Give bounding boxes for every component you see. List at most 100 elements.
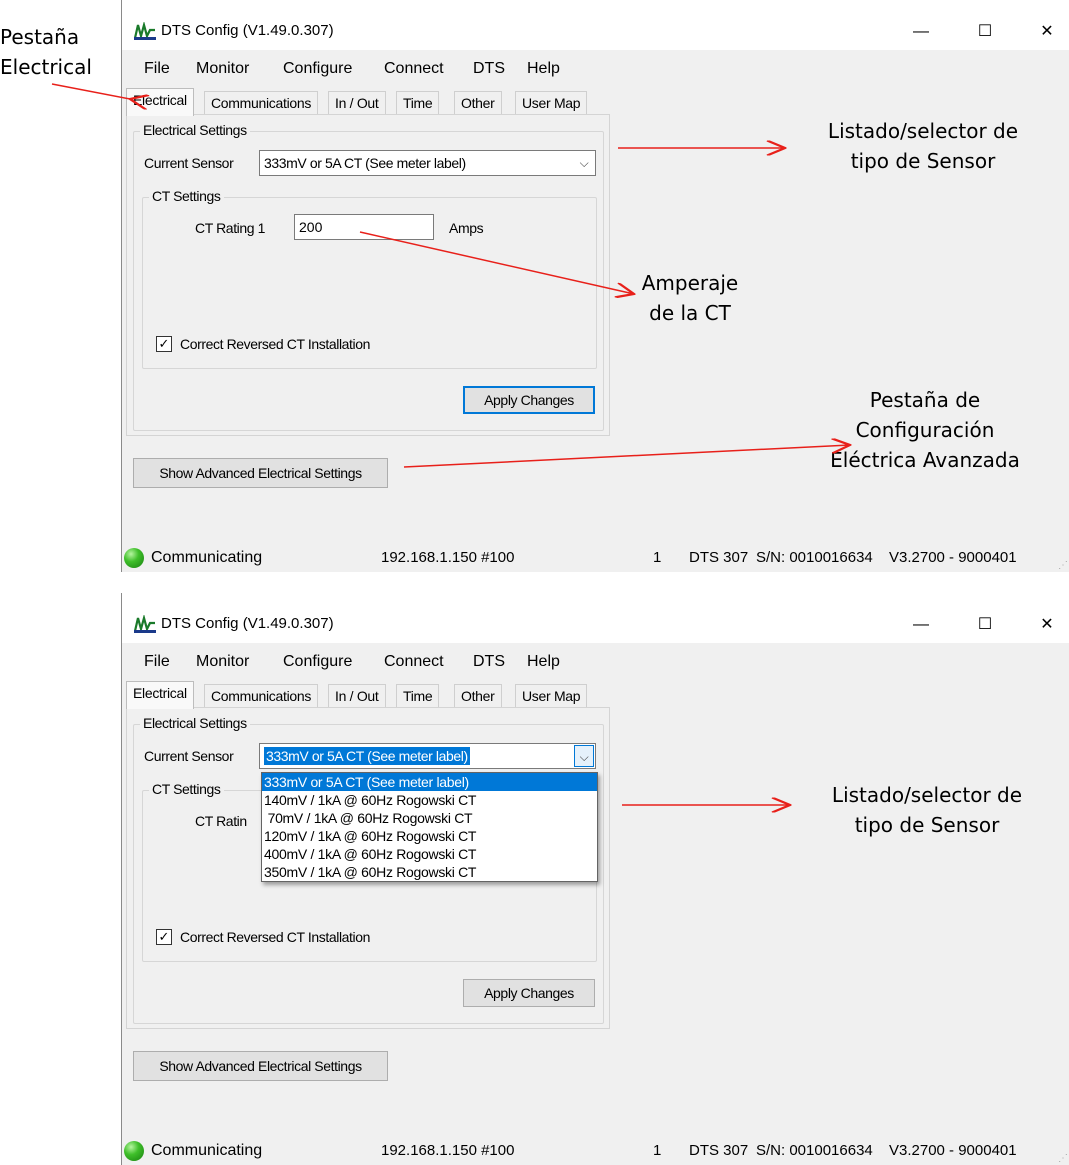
menu-help[interactable]: Help bbox=[527, 60, 560, 78]
annotation-line: Pestaña de bbox=[869, 388, 981, 412]
menu-file[interactable]: File bbox=[144, 653, 170, 671]
resize-grip-icon[interactable]: ⋰ bbox=[1058, 1153, 1068, 1164]
menu-configure[interactable]: Configure bbox=[283, 60, 352, 78]
annotation-line: Listado/selector de bbox=[831, 783, 1023, 807]
current-sensor-select[interactable]: 333mV or 5A CT (See meter label) ⌵ bbox=[259, 150, 596, 176]
tab-other[interactable]: Other bbox=[454, 91, 502, 115]
current-sensor-value: 333mV or 5A CT (See meter label) bbox=[264, 747, 470, 765]
show-advanced-electrical-settings-button[interactable]: Show Advanced Electrical Settings bbox=[133, 1051, 388, 1081]
chevron-down-icon[interactable]: ⌵ bbox=[574, 745, 594, 767]
title-bar[interactable]: DTS Config (V1.49.0.307) — ☐ ✕ bbox=[122, 593, 1069, 643]
annotation-advanced-tab: Pestaña de Configuración Eléctrica Avanz… bbox=[805, 385, 1045, 475]
current-sensor-label: Current Sensor bbox=[144, 748, 234, 764]
status-device: DTS 307 bbox=[689, 1142, 749, 1159]
chevron-down-icon[interactable]: ⌵ bbox=[574, 152, 594, 174]
tab-communications[interactable]: Communications bbox=[204, 91, 319, 115]
status-bar: Communicating 192.168.1.150 #100 1 DTS 3… bbox=[122, 546, 1069, 572]
electrical-settings-group: Electrical Settings Current Sensor 333mV… bbox=[133, 122, 604, 431]
apply-changes-button[interactable]: Apply Changes bbox=[463, 386, 595, 414]
menu-dts[interactable]: DTS bbox=[473, 60, 505, 78]
tab-in-out[interactable]: In / Out bbox=[328, 91, 386, 115]
correct-reversed-checkbox[interactable]: ✓ bbox=[156, 929, 172, 945]
menu-bar: File Monitor Configure Connect DTS Help bbox=[122, 56, 1069, 82]
annotation-sensor-selector-2: Listado/selector de tipo de Sensor bbox=[812, 780, 1042, 840]
maximize-icon[interactable]: ☐ bbox=[962, 14, 1008, 50]
close-icon[interactable]: ✕ bbox=[1024, 14, 1069, 50]
annotation-line: tipo de Sensor bbox=[850, 149, 996, 173]
sensor-dropdown-list: 333mV or 5A CT (See meter label) 140mV /… bbox=[261, 772, 598, 882]
status-led-icon bbox=[124, 1141, 144, 1161]
resize-grip-icon[interactable]: ⋰ bbox=[1058, 560, 1068, 571]
app-logo-icon bbox=[134, 22, 156, 40]
menu-file[interactable]: File bbox=[144, 60, 170, 78]
annotation-line: Pestaña bbox=[0, 25, 80, 49]
menu-monitor[interactable]: Monitor bbox=[196, 653, 249, 671]
annotation-line: tipo de Sensor bbox=[854, 813, 1000, 837]
menu-connect[interactable]: Connect bbox=[384, 653, 444, 671]
dts-config-window: DTS Config (V1.49.0.307) — ☐ ✕ File Moni… bbox=[121, 0, 1069, 572]
menu-connect[interactable]: Connect bbox=[384, 60, 444, 78]
sensor-option[interactable]: 333mV or 5A CT (See meter label) bbox=[262, 773, 597, 791]
tab-user-map[interactable]: User Map bbox=[515, 91, 588, 115]
status-bar: Communicating 192.168.1.150 #100 1 DTS 3… bbox=[122, 1139, 1069, 1165]
menu-monitor[interactable]: Monitor bbox=[196, 60, 249, 78]
maximize-icon[interactable]: ☐ bbox=[962, 607, 1008, 643]
electrical-settings-title: Electrical Settings bbox=[140, 715, 250, 731]
close-icon[interactable]: ✕ bbox=[1024, 607, 1069, 643]
ct-settings-group: CT Settings CT Rating 1 200 Amps ✓ Corre… bbox=[142, 188, 597, 369]
apply-changes-button[interactable]: Apply Changes bbox=[463, 979, 595, 1007]
sensor-option[interactable]: 140mV / 1kA @ 60Hz Rogowski CT bbox=[262, 791, 597, 809]
ct-rating-input[interactable]: 200 bbox=[294, 214, 434, 240]
annotation-line: Eléctrica Avanzada bbox=[830, 448, 1020, 472]
annotation-line: Configuración bbox=[855, 418, 995, 442]
amps-label: Amps bbox=[449, 220, 484, 236]
tab-communications[interactable]: Communications bbox=[204, 684, 319, 708]
ct-rating-label: CT Ratin bbox=[195, 813, 247, 829]
sensor-option[interactable]: 350mV / 1kA @ 60Hz Rogowski CT bbox=[262, 863, 597, 881]
current-sensor-select[interactable]: 333mV or 5A CT (See meter label) ⌵ bbox=[259, 743, 596, 769]
status-version: V3.2700 - 9000401 bbox=[889, 1142, 1017, 1159]
tab-other[interactable]: Other bbox=[454, 684, 502, 708]
status-index: 1 bbox=[653, 549, 662, 566]
status-state: Communicating bbox=[151, 549, 263, 566]
tab-user-map[interactable]: User Map bbox=[515, 684, 588, 708]
sensor-option[interactable]: 400mV / 1kA @ 60Hz Rogowski CT bbox=[262, 845, 597, 863]
minimize-icon[interactable]: — bbox=[898, 14, 944, 50]
correct-reversed-label: Correct Reversed CT Installation bbox=[180, 929, 371, 945]
electrical-settings-title: Electrical Settings bbox=[140, 122, 250, 138]
annotation-ct-amperage: Amperaje de la CT bbox=[620, 268, 760, 328]
status-state: Communicating bbox=[151, 1142, 263, 1159]
annotation-line: Electrical bbox=[0, 55, 92, 79]
tab-in-out[interactable]: In / Out bbox=[328, 684, 386, 708]
status-serial: S/N: 0010016634 bbox=[756, 1142, 873, 1159]
menu-help[interactable]: Help bbox=[527, 653, 560, 671]
minimize-icon[interactable]: — bbox=[898, 607, 944, 643]
status-serial: S/N: 0010016634 bbox=[756, 549, 873, 566]
ct-rating-label: CT Rating 1 bbox=[195, 220, 266, 236]
current-sensor-value: 333mV or 5A CT (See meter label) bbox=[264, 155, 466, 171]
window-title: DTS Config (V1.49.0.307) bbox=[161, 615, 334, 632]
status-device: DTS 307 bbox=[689, 549, 749, 566]
correct-reversed-label: Correct Reversed CT Installation bbox=[180, 336, 371, 352]
tab-time[interactable]: Time bbox=[396, 91, 440, 115]
correct-reversed-checkbox[interactable]: ✓ bbox=[156, 336, 172, 352]
menu-bar: File Monitor Configure Connect DTS Help bbox=[122, 649, 1069, 675]
sensor-option[interactable]: 70mV / 1kA @ 60Hz Rogowski CT bbox=[262, 809, 597, 827]
sensor-option[interactable]: 120mV / 1kA @ 60Hz Rogowski CT bbox=[262, 827, 597, 845]
app-logo-icon bbox=[134, 615, 156, 633]
annotation-sensor-selector: Listado/selector de tipo de Sensor bbox=[808, 116, 1038, 176]
annotation-line: de la CT bbox=[649, 301, 731, 325]
current-sensor-label: Current Sensor bbox=[144, 155, 234, 171]
menu-configure[interactable]: Configure bbox=[283, 653, 352, 671]
status-version: V3.2700 - 9000401 bbox=[889, 549, 1017, 566]
tab-time[interactable]: Time bbox=[396, 684, 440, 708]
menu-dts[interactable]: DTS bbox=[473, 653, 505, 671]
dts-config-window-dropdown-open: DTS Config (V1.49.0.307) — ☐ ✕ File Moni… bbox=[121, 593, 1069, 1165]
tab-electrical[interactable]: Electrical bbox=[126, 681, 194, 709]
title-bar[interactable]: DTS Config (V1.49.0.307) — ☐ ✕ bbox=[122, 0, 1069, 50]
ct-settings-title: CT Settings bbox=[149, 781, 224, 797]
show-advanced-electrical-settings-button[interactable]: Show Advanced Electrical Settings bbox=[133, 458, 388, 488]
tab-electrical[interactable]: Electrical bbox=[126, 88, 194, 116]
ct-settings-title: CT Settings bbox=[149, 188, 224, 204]
status-address: 192.168.1.150 #100 bbox=[381, 1142, 515, 1159]
